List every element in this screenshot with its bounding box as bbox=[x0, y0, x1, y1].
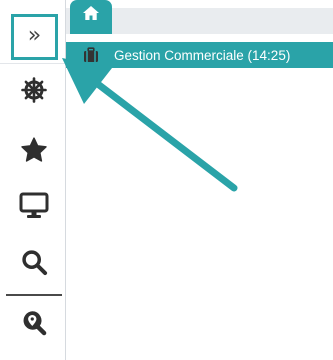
location-search-icon bbox=[23, 311, 47, 336]
module-tab-gestion-commerciale[interactable]: Gestion Commerciale (14:25) bbox=[66, 42, 333, 68]
app-window: » Gestion Commerciale (14:25) bbox=[0, 0, 333, 360]
expand-sidebar-button[interactable]: » bbox=[11, 14, 58, 60]
search-icon bbox=[22, 250, 48, 276]
sidebar-divider bbox=[6, 294, 62, 296]
tab-home[interactable] bbox=[70, 0, 112, 34]
sidebar-item-wheel[interactable] bbox=[12, 68, 56, 112]
module-label: Gestion Commerciale (14:25) bbox=[114, 47, 291, 63]
sidebar-item-favorites[interactable] bbox=[12, 128, 56, 172]
monitor-icon bbox=[19, 192, 49, 218]
home-icon bbox=[83, 6, 99, 20]
sidebar-item-search[interactable] bbox=[12, 240, 56, 284]
sidebar-divider-top bbox=[0, 63, 65, 64]
sidebar: » bbox=[0, 0, 66, 360]
star-icon bbox=[21, 137, 47, 162]
double-chevron-right-icon: » bbox=[27, 23, 42, 48]
sidebar-item-desktop[interactable] bbox=[12, 184, 56, 228]
sidebar-item-location-search[interactable] bbox=[12, 302, 56, 346]
ship-wheel-icon bbox=[21, 77, 47, 103]
main-content: Gestion Commerciale (14:25) bbox=[66, 0, 333, 360]
briefcase-icon bbox=[82, 46, 100, 64]
